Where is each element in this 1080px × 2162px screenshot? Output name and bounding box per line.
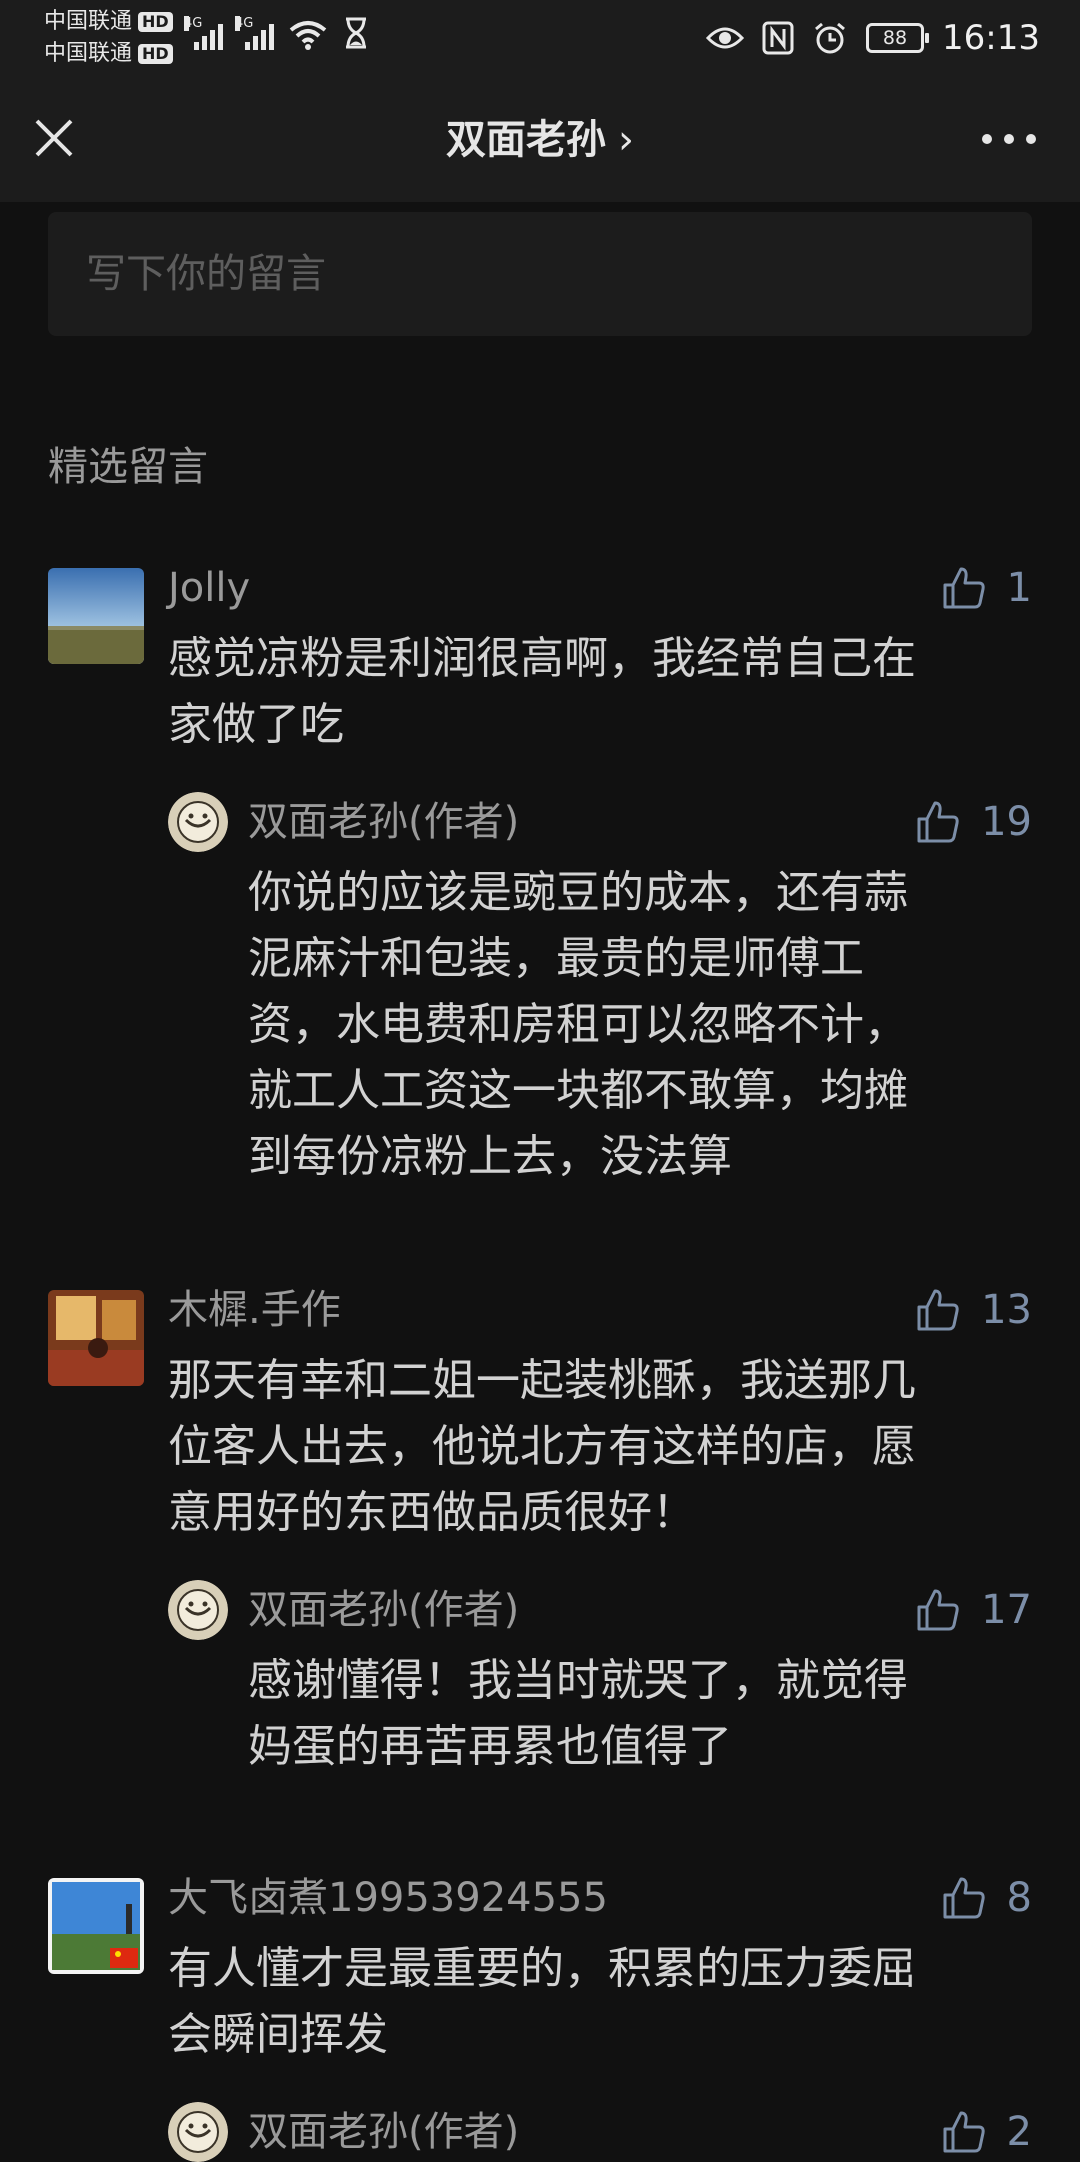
comment-text: 感觉凉粉是利润很高啊，我经常自己在 家做了吃: [168, 633, 916, 750]
status-bar: 中国联通 HD 中国联通 HD 4G 4G 88 16:13: [0, 0, 1080, 76]
author-avatar[interactable]: [168, 2102, 228, 2162]
account-title-link[interactable]: 双面老孙 ›: [0, 112, 1080, 168]
commenter-name[interactable]: Jolly: [168, 560, 250, 616]
avatar-image: [48, 1878, 144, 1974]
nfc-icon: [762, 21, 794, 55]
status-right: 88 16:13: [706, 10, 1040, 66]
like-button[interactable]: 1: [941, 560, 1032, 616]
alarm-icon: [815, 22, 845, 54]
clock: 16:13: [942, 18, 1040, 58]
reply-like-button[interactable]: 17: [915, 1582, 1032, 1638]
avatar-image: [48, 568, 144, 664]
like-count: 1: [1006, 565, 1032, 611]
signal-2-icon: 4G: [235, 16, 274, 50]
thumbs-up-icon: [943, 1877, 985, 1919]
signal-1-icon: 4G: [184, 16, 223, 50]
thumbs-up-icon: [917, 1289, 959, 1331]
comment-text: 那天有幸和二姐一起装桃酥，我送那几 位客人出去，他说北方有这样的店，愿 意用好的…: [168, 1355, 916, 1538]
eye-icon: [706, 27, 745, 49]
carrier-1: 中国联通: [44, 9, 133, 34]
hd-badge: HD: [138, 12, 173, 32]
reply-author-name[interactable]: 双面老孙(作者): [248, 1582, 519, 1638]
section-title: 精选留言: [48, 444, 208, 490]
avatar-image: [48, 1290, 144, 1386]
page-title: 双面老孙: [446, 117, 606, 163]
signal-indicators: 4G 4G: [184, 16, 370, 50]
reply-text: 你说的应该是豌豆的成本，还有蒜 泥麻汁和包装，最贵的是师傅工 资，水电费和房租可…: [248, 867, 908, 1182]
like-count: 19: [981, 799, 1032, 845]
reply-like-button[interactable]: 19: [915, 794, 1032, 850]
reply-author-name[interactable]: 双面老孙(作者): [248, 2104, 519, 2160]
comment-input[interactable]: 写下你的留言: [48, 212, 1032, 336]
wifi-icon: [289, 21, 327, 50]
thumbs-up-icon: [943, 567, 985, 609]
like-count: 8: [1006, 1875, 1032, 1921]
like-count: 17: [981, 1587, 1032, 1633]
author-avatar[interactable]: [168, 1580, 228, 1640]
author-avatar[interactable]: [168, 792, 228, 852]
carrier-info: 中国联通 HD 中国联通 HD: [44, 6, 173, 70]
reply-like-button[interactable]: 2: [941, 2104, 1032, 2160]
thumbs-up-icon: [917, 1589, 959, 1631]
reply-text: 感谢懂得！我当时就哭了，就觉得 妈蛋的再苦再累也值得了: [248, 1655, 908, 1772]
commenter-name[interactable]: 大飞卤煮19953924555: [168, 1870, 608, 1926]
thumbs-up-icon: [943, 2111, 985, 2153]
commenter-name[interactable]: 木樨.手作: [168, 1282, 341, 1338]
more-options-icon[interactable]: [982, 134, 1036, 144]
hourglass-icon: [346, 17, 366, 49]
thumbs-up-icon: [917, 801, 959, 843]
carrier-2: 中国联通: [44, 41, 133, 66]
avatar[interactable]: [48, 1290, 144, 1386]
avatar[interactable]: [48, 1878, 144, 1974]
avatar[interactable]: [48, 568, 144, 664]
hd-badge: HD: [138, 44, 173, 64]
reply-author-name[interactable]: 双面老孙(作者): [248, 794, 519, 850]
like-count: 2: [1006, 2109, 1032, 2155]
battery-indicator: 88: [866, 23, 930, 53]
nav-bar: 双面老孙 ›: [0, 76, 1080, 202]
comment-text: 有人懂才是最重要的，积累的压力委屈 会瞬间挥发: [168, 1943, 916, 2060]
like-count: 13: [981, 1287, 1032, 1333]
like-button[interactable]: 13: [915, 1282, 1032, 1338]
like-button[interactable]: 8: [941, 1870, 1032, 1926]
chevron-right-icon: ›: [618, 117, 634, 163]
